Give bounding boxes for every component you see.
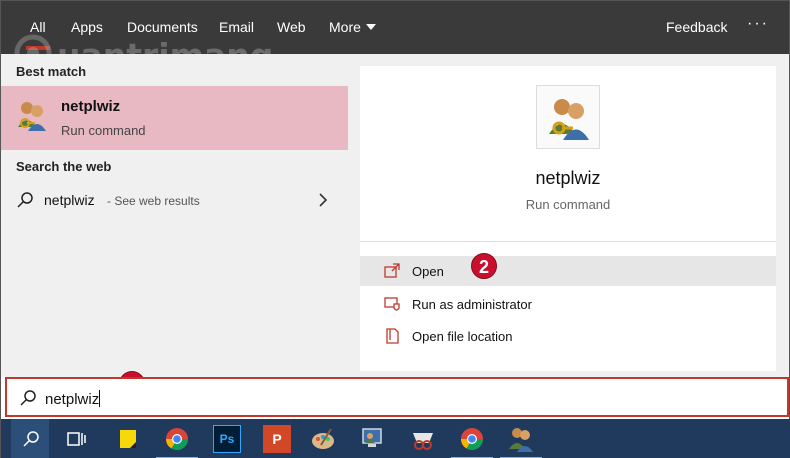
app-icon-box <box>536 85 600 149</box>
search-web-heading: Search the web <box>16 159 112 174</box>
file-location-icon <box>386 328 399 344</box>
preview-title: netplwiz <box>535 168 601 188</box>
snipping-icon[interactable] <box>409 425 437 453</box>
run-as-admin-action[interactable]: Run as administrator <box>360 289 776 319</box>
task-view-icon[interactable] <box>63 425 91 453</box>
tab-more[interactable]: More <box>329 19 376 35</box>
taskbar-search-button[interactable] <box>11 419 49 458</box>
preview-panel: netplwiz Run command Open Run as adminis… <box>360 66 776 371</box>
open-label: Open <box>412 264 444 279</box>
divider <box>360 241 776 242</box>
step-2-badge: 2 <box>471 253 497 279</box>
netplwiz-icon <box>18 102 46 131</box>
powerpoint-icon[interactable]: P <box>263 425 291 453</box>
more-options-icon[interactable]: ··· <box>747 15 769 33</box>
netplwiz-icon[interactable] <box>507 425 535 453</box>
remote-desktop-icon[interactable] <box>358 425 386 453</box>
chrome-icon[interactable] <box>458 425 486 453</box>
chrome-icon[interactable] <box>163 425 191 453</box>
search-box[interactable]: netplwiz <box>5 377 789 417</box>
open-file-location-label: Open file location <box>412 329 513 344</box>
tab-web[interactable]: Web <box>277 19 306 35</box>
sticky-notes-icon[interactable] <box>114 425 142 453</box>
photoshop-icon[interactable]: Ps <box>213 425 241 453</box>
search-input[interactable]: netplwiz <box>45 390 101 408</box>
taskbar: Ps P <box>1 419 790 458</box>
feedback-link[interactable]: Feedback <box>666 19 727 35</box>
best-match-heading: Best match <box>16 64 87 79</box>
text-cursor <box>99 390 101 407</box>
results-panel: Best match netplwiz Run command Search t… <box>1 54 348 377</box>
shield-admin-icon <box>384 297 400 311</box>
open-icon <box>384 263 400 278</box>
web-result-suffix: - See web results <box>107 194 200 208</box>
web-result-query: netplwiz <box>44 192 95 208</box>
paint-icon[interactable] <box>309 425 337 453</box>
search-icon <box>20 390 36 406</box>
search-input-value: netplwiz <box>45 391 100 408</box>
start-search-window: All Apps Documents Email Web More Feedba… <box>0 0 790 458</box>
best-match-name: netplwiz <box>61 98 121 115</box>
search-icon <box>23 431 39 447</box>
search-icon <box>17 192 33 208</box>
web-search-result[interactable]: netplwiz - See web results <box>1 184 348 216</box>
tab-more-label: More <box>329 19 361 35</box>
best-match-item[interactable]: netplwiz Run command <box>1 86 348 150</box>
open-file-location-action[interactable]: Open file location <box>360 321 776 351</box>
open-action[interactable]: Open <box>360 256 776 286</box>
chevron-right-icon[interactable] <box>317 192 329 208</box>
preview-subtitle: Run command <box>525 197 611 212</box>
best-match-subtitle: Run command <box>61 123 146 138</box>
netplwiz-large-icon <box>549 99 589 140</box>
run-as-admin-label: Run as administrator <box>412 297 532 312</box>
chevron-down-icon <box>365 24 376 30</box>
